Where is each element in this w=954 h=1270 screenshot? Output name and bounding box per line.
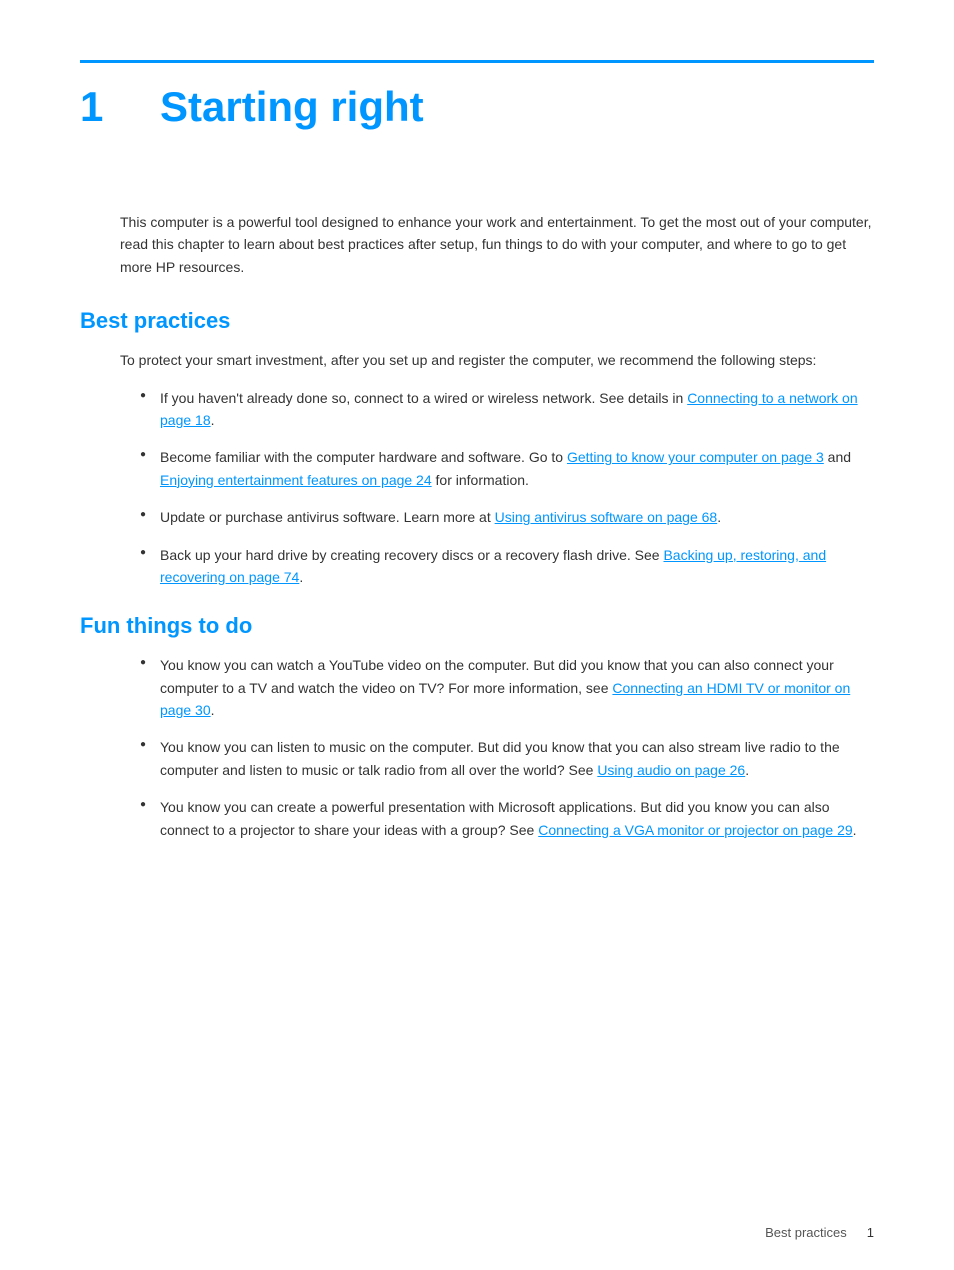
best-practices-section: Best practices To protect your smart inv… [80, 308, 874, 588]
fun-things-heading: Fun things to do [80, 613, 874, 639]
best-practices-heading: Best practices [80, 308, 874, 334]
bullet-text-after: . [211, 412, 215, 428]
bullet-text-after: . [211, 702, 215, 718]
footer-page-number: 1 [867, 1225, 874, 1240]
bullet-text: If you haven't already done so, connect … [160, 390, 687, 406]
list-item: Become familiar with the computer hardwa… [140, 446, 874, 491]
page-content: 1 Starting right This computer is a powe… [0, 0, 954, 946]
bullet-text: Become familiar with the computer hardwa… [160, 449, 567, 465]
fun-things-list: You know you can watch a YouTube video o… [140, 654, 874, 841]
list-item: You know you can listen to music on the … [140, 736, 874, 781]
list-item: Back up your hard drive by creating reco… [140, 544, 874, 589]
using-audio-link[interactable]: Using audio on page 26 [597, 762, 745, 778]
bullet-text-after: . [853, 822, 857, 838]
top-border-line [80, 60, 874, 63]
page-footer: Best practices 1 [765, 1225, 874, 1240]
bullet-text-middle: and [824, 449, 851, 465]
list-item: You know you can create a powerful prese… [140, 796, 874, 841]
intro-paragraph: This computer is a powerful tool designe… [120, 211, 874, 278]
fun-things-section: Fun things to do You know you can watch … [80, 613, 874, 841]
chapter-number: 1 [80, 83, 130, 131]
list-item: If you haven't already done so, connect … [140, 387, 874, 432]
bullet-text-after: . [717, 509, 721, 525]
getting-to-know-link[interactable]: Getting to know your computer on page 3 [567, 449, 824, 465]
bullet-text: Back up your hard drive by creating reco… [160, 547, 663, 563]
bullet-text-after: . [299, 569, 303, 585]
best-practices-intro: To protect your smart investment, after … [120, 349, 874, 371]
bullet-text-after: . [745, 762, 749, 778]
chapter-title: Starting right [160, 83, 424, 131]
antivirus-link[interactable]: Using antivirus software on page 68 [495, 509, 718, 525]
list-item: You know you can watch a YouTube video o… [140, 654, 874, 721]
best-practices-list: If you haven't already done so, connect … [140, 387, 874, 589]
bullet-text-after: for information. [432, 472, 529, 488]
chapter-header: 1 Starting right [80, 83, 874, 131]
bullet-text: Update or purchase antivirus software. L… [160, 509, 495, 525]
footer-label: Best practices [765, 1225, 847, 1240]
enjoying-entertainment-link[interactable]: Enjoying entertainment features on page … [160, 472, 432, 488]
vga-monitor-link[interactable]: Connecting a VGA monitor or projector on… [538, 822, 852, 838]
list-item: Update or purchase antivirus software. L… [140, 506, 874, 528]
